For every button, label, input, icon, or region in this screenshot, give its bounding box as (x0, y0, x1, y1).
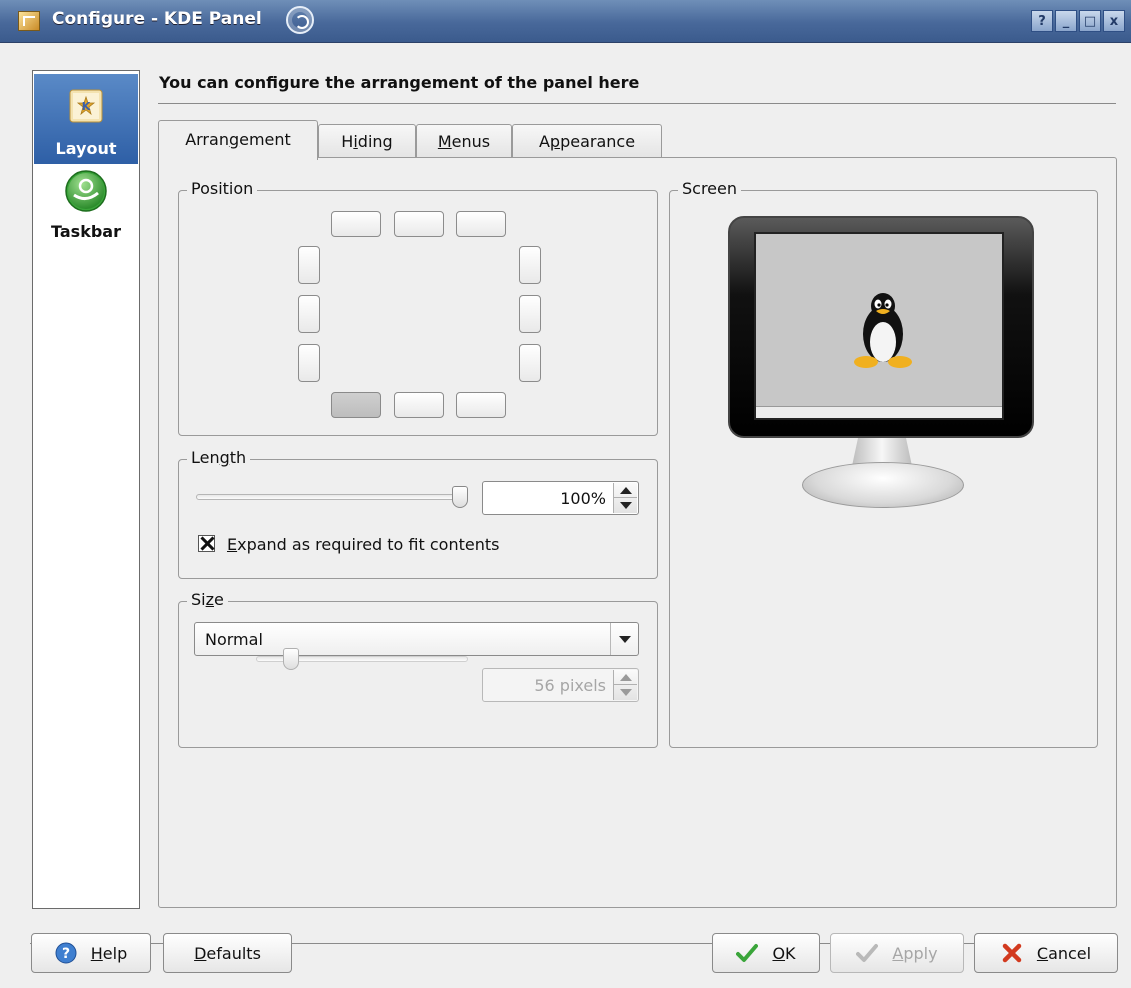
spin-down-icon[interactable] (620, 502, 632, 509)
monitor-preview (728, 216, 1034, 438)
size-slider-handle (283, 648, 299, 670)
length-slider-handle[interactable] (452, 486, 468, 508)
header-divider (158, 103, 1116, 104)
monitor-stand-base (802, 462, 964, 508)
context-help-button[interactable]: ? (1031, 10, 1053, 32)
spin-up-icon[interactable] (620, 487, 632, 494)
defaults-button[interactable]: Defaults (163, 933, 292, 973)
close-button[interactable]: x (1103, 10, 1125, 32)
checkmark-icon (736, 944, 759, 962)
svg-text:K: K (82, 100, 91, 113)
position-top-right-button[interactable] (456, 211, 506, 237)
tux-penguin-icon (854, 293, 912, 368)
screen-group-title: Screen (678, 179, 742, 198)
position-left-center-button[interactable] (298, 295, 320, 333)
position-right-top-button[interactable] (519, 246, 541, 284)
tab-menus[interactable]: Menus (416, 124, 512, 158)
position-bottom-center-button[interactable] (394, 392, 444, 418)
sidebar-item-layout[interactable]: K Layout (34, 74, 138, 164)
length-group-title: Length (187, 448, 251, 467)
window-controls: ? _ □ x (1031, 10, 1125, 32)
expand-checkbox[interactable] (198, 535, 215, 552)
size-selected-value: Normal (205, 630, 263, 649)
cancel-x-icon (1002, 943, 1022, 963)
maximize-button[interactable]: □ (1079, 10, 1101, 32)
ok-button[interactable]: OK (712, 933, 820, 973)
screen-panel-preview (756, 406, 1002, 418)
position-top-center-button[interactable] (394, 211, 444, 237)
cancel-button[interactable]: Cancel (974, 933, 1118, 973)
tab-hiding[interactable]: Hiding (318, 124, 416, 158)
length-value: 100% (560, 489, 606, 508)
sidebar-item-taskbar[interactable]: Taskbar (34, 167, 138, 255)
length-group: Length (178, 448, 658, 579)
page-header: You can configure the arrangement of the… (159, 73, 640, 92)
spin-up-icon (620, 674, 632, 681)
help-icon: ? (55, 942, 77, 964)
opensuse-swirl-icon (286, 6, 314, 34)
help-button[interactable]: ? Help (31, 933, 151, 973)
expand-checkbox-label[interactable]: Expand as required to fit contents (227, 535, 499, 554)
checkmark-icon (856, 944, 879, 962)
position-right-bottom-button[interactable] (519, 344, 541, 382)
position-top-left-button[interactable] (331, 211, 381, 237)
opensuse-icon (65, 170, 107, 212)
tab-arrangement[interactable]: Arrangement (158, 120, 318, 160)
size-group-title: Size (187, 590, 228, 609)
monitor-screen (754, 232, 1004, 420)
spin-down-icon (620, 689, 632, 696)
length-slider-track[interactable] (196, 494, 466, 500)
position-bottom-right-button[interactable] (456, 392, 506, 418)
sidebar-item-label: Layout (55, 139, 117, 158)
window-title: Configure - KDE Panel (52, 9, 262, 29)
sidebar-item-label: Taskbar (51, 222, 121, 241)
position-left-top-button[interactable] (298, 246, 320, 284)
svg-text:?: ? (62, 946, 70, 962)
title-bar[interactable]: Configure - KDE Panel ? _ □ x (0, 0, 1131, 43)
position-left-bottom-button[interactable] (298, 344, 320, 382)
kde-layout-icon: K (69, 89, 103, 123)
position-right-center-button[interactable] (519, 295, 541, 333)
size-pixels-spinbox: 56 pixels (482, 668, 639, 702)
size-spin-buttons (613, 670, 637, 700)
position-group-title: Position (187, 179, 258, 198)
tab-appearance[interactable]: Appearance (512, 124, 662, 158)
app-icon (18, 11, 40, 31)
length-spinbox[interactable]: 100% (482, 481, 639, 515)
sidebar: K Layout Taskbar (32, 70, 140, 909)
configure-window: Configure - KDE Panel ? _ □ x K Layout T… (0, 0, 1131, 988)
position-bottom-left-button[interactable] (331, 392, 381, 418)
minimize-button[interactable]: _ (1055, 10, 1077, 32)
size-combobox[interactable]: Normal (194, 622, 639, 656)
size-pixels-value: 56 pixels (534, 676, 606, 695)
chevron-down-icon[interactable] (610, 623, 638, 655)
length-spin-buttons[interactable] (613, 483, 637, 513)
apply-button[interactable]: Apply (830, 933, 964, 973)
